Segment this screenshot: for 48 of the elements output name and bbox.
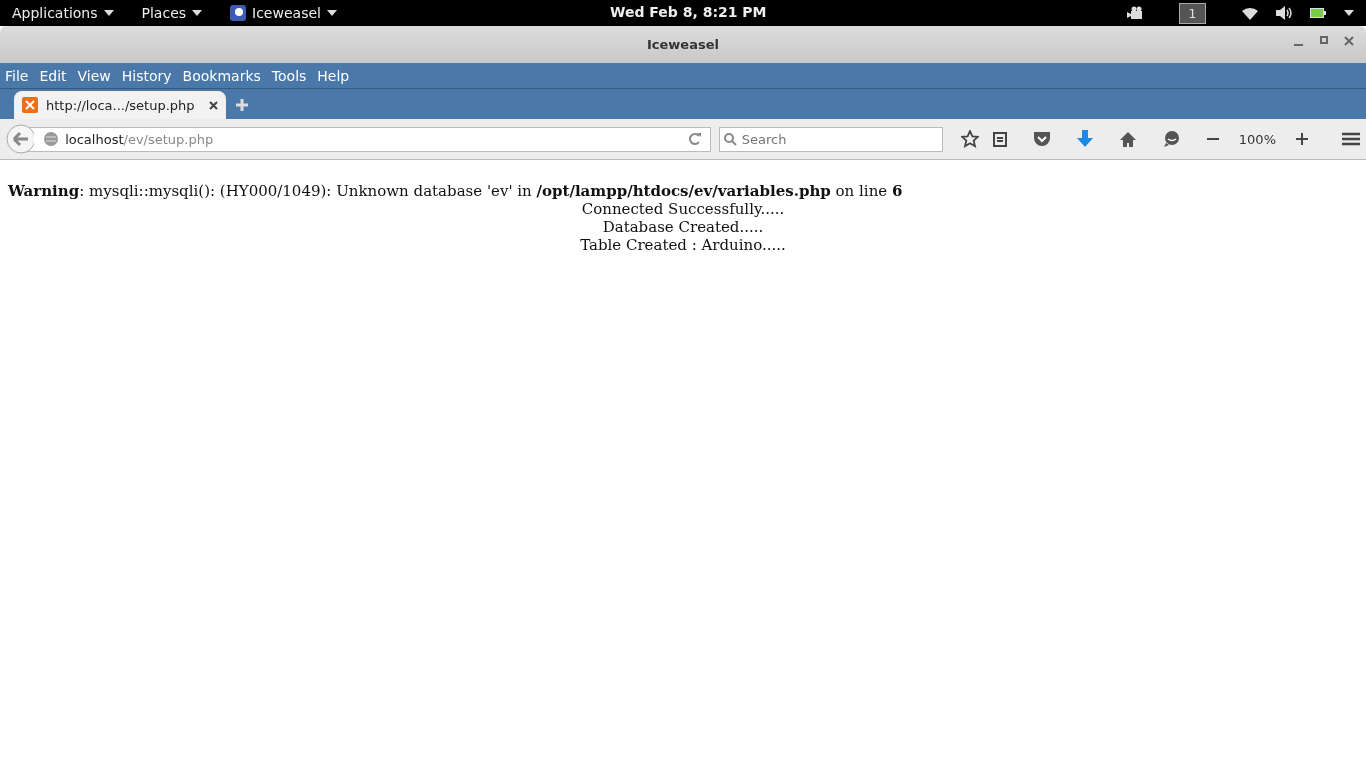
home-icon[interactable]: [1118, 131, 1137, 147]
zoom-in-icon[interactable]: [1296, 133, 1308, 145]
top-bar-menu[interactable]: Applications: [12, 5, 114, 21]
close-icon[interactable]: [1344, 36, 1354, 46]
address-bar[interactable]: localhost/ev/setup.php: [26, 126, 711, 152]
globe-icon: [43, 131, 60, 147]
camera-icon[interactable]: [1127, 6, 1143, 20]
wifi-icon[interactable]: [1242, 6, 1258, 20]
status-message: Connected Successfully.....: [580, 200, 786, 218]
browser-tab[interactable]: http://loca.../setup.php: [14, 91, 226, 119]
site-icon: [22, 97, 38, 113]
download-icon[interactable]: [1076, 130, 1093, 148]
menu-item[interactable]: Tools: [268, 67, 310, 84]
menu-item[interactable]: Help: [314, 67, 353, 84]
top-bar-menu[interactable]: Iceweasel: [230, 5, 337, 21]
menu-item[interactable]: Bookmarks: [179, 67, 264, 84]
search-field[interactable]: Search: [718, 126, 943, 152]
menu-icon[interactable]: [1342, 132, 1360, 146]
menu-item[interactable]: History: [118, 67, 175, 84]
clipboard-icon[interactable]: [992, 131, 1007, 147]
app-icon: [230, 5, 247, 21]
menu-item[interactable]: View: [74, 67, 114, 84]
pocket-icon[interactable]: [1032, 131, 1051, 147]
volume-icon[interactable]: [1276, 6, 1292, 20]
close-tab-icon[interactable]: [209, 100, 218, 110]
top-bar-menu[interactable]: Places: [141, 5, 203, 21]
new-tab-icon[interactable]: [236, 99, 248, 111]
status-message: Database Created.....: [601, 218, 765, 236]
caret-icon: [326, 10, 337, 16]
warning-message: Warning: mysqli::mysqli(): (HY000/1049): Unknown database 'ev' in /opt/lampp/htdocs/ev/variables.php on line 6: [8, 182, 904, 200]
workspace-indicator[interactable]: 1: [1179, 2, 1206, 24]
chat-icon[interactable]: [1162, 130, 1181, 148]
menu-item[interactable]: File: [2, 67, 32, 84]
clock[interactable]: Wed Feb 8, 8:21 PM: [610, 4, 767, 20]
back-icon[interactable]: [6, 124, 35, 154]
caret-icon: [1344, 10, 1354, 16]
tab-title: http://loca.../setup.php: [46, 97, 195, 113]
star-icon[interactable]: [960, 130, 979, 148]
status-message: Table Created : Arduino.....: [579, 236, 787, 254]
zoom-reset-button[interactable]: 100%: [1232, 131, 1282, 147]
url-text: localhost/ev/setup.php: [65, 131, 214, 147]
caret-icon: [103, 10, 114, 16]
window-title: Iceweasel: [647, 37, 719, 52]
reload-icon[interactable]: [687, 132, 702, 146]
maximize-icon[interactable]: [1320, 36, 1328, 44]
battery-icon[interactable]: [1310, 8, 1326, 18]
caret-icon: [192, 10, 203, 16]
menu-item[interactable]: Edit: [36, 67, 70, 84]
